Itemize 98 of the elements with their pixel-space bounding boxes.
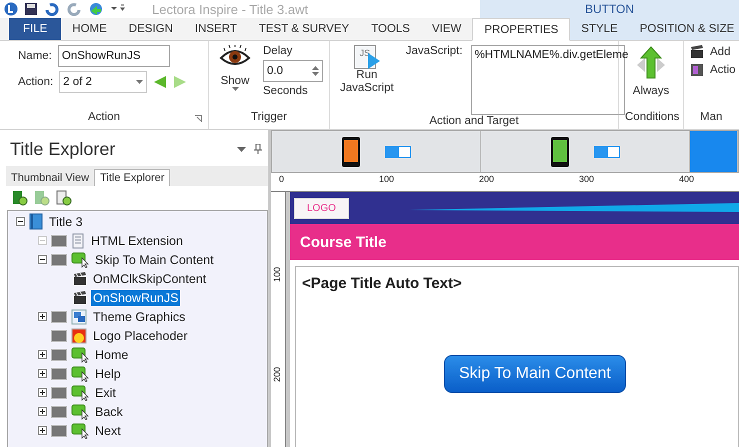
expand-icon[interactable] [38, 369, 47, 378]
save-icon[interactable] [24, 2, 38, 16]
ribbon-tab[interactable]: VIEW [420, 18, 472, 40]
logo-placeholder[interactable]: LOGO [294, 198, 349, 218]
up-arrow-icon [635, 45, 667, 81]
collapse-icon[interactable] [38, 255, 47, 264]
expand-icon[interactable] [38, 312, 47, 321]
panel-title: Title Explorer [10, 138, 116, 160]
tree-item[interactable]: Back [93, 404, 125, 420]
add-chapter-icon[interactable] [12, 190, 28, 206]
ribbon-tab[interactable]: HOME [61, 18, 118, 40]
button-cursor-icon [71, 346, 89, 362]
ribbon-tab[interactable]: STYLE [570, 18, 629, 40]
app-logo-icon[interactable] [4, 2, 18, 16]
course-title: Course Title [290, 224, 739, 260]
group-label: Trigger [251, 111, 287, 123]
tree-item[interactable]: Skip To Main Content [93, 252, 216, 268]
add-page-icon[interactable] [56, 190, 72, 206]
context-tab-group: BUTTON [480, 0, 739, 18]
ribbon-tab[interactable]: POSITION & SIZE [628, 18, 739, 40]
show-button[interactable]: Show [215, 45, 255, 111]
tree-item[interactable]: Next [93, 422, 123, 438]
toggle-switch[interactable] [594, 146, 620, 158]
horizontal-ruler: 0 100 200 300 400 [271, 173, 739, 192]
clapperboard-icon [73, 272, 87, 286]
caret-icon[interactable] [136, 80, 144, 84]
vertical-ruler: 100 200 [271, 192, 286, 447]
thumbnail-icon [51, 424, 67, 436]
document-icon [71, 232, 85, 248]
thumbnail-icon [51, 234, 67, 246]
group-label: Action and Target [429, 115, 519, 127]
book-icon [29, 213, 43, 230]
pin-icon[interactable] [254, 144, 262, 154]
delay-label: Delay [263, 45, 294, 57]
group-icon [71, 308, 87, 324]
ribbon-tab[interactable]: INSERT [184, 18, 248, 40]
tree-item[interactable]: Help [93, 366, 123, 382]
collapse-icon[interactable] [16, 217, 25, 226]
expand-icon[interactable] [38, 350, 47, 359]
actions-button[interactable]: Actio [710, 64, 736, 76]
button-cursor-icon [71, 404, 89, 420]
expand-icon[interactable] [38, 388, 47, 397]
button-cursor-icon [71, 384, 89, 400]
tree-item[interactable]: HTML Extension [89, 232, 185, 248]
thumbnail-icon [51, 310, 67, 322]
tree-item[interactable]: Title 3 [47, 214, 85, 230]
thumbnail-icon [51, 348, 67, 360]
expand-icon[interactable] [38, 426, 47, 435]
add-section-icon[interactable] [34, 190, 50, 206]
phone-icon[interactable] [550, 136, 570, 168]
button-cursor-icon [71, 252, 89, 268]
clapperboard-icon [690, 45, 704, 59]
tree-item[interactable]: OnMClkSkipContent [91, 270, 208, 286]
thumbnail-icon [51, 406, 67, 418]
caret-icon[interactable] [232, 87, 238, 91]
ribbon-tab[interactable]: FILE [9, 18, 62, 40]
action-dropdown[interactable]: 2 of 2 [59, 71, 148, 93]
window-title: Lectora Inspire - Title 3.awt [152, 2, 308, 16]
tree-item[interactable]: Theme Graphics [91, 308, 188, 324]
group-label: Action [88, 111, 120, 123]
seconds-label: Seconds [263, 85, 309, 97]
button-cursor-icon [71, 366, 89, 382]
panel-tab[interactable]: Thumbnail View [6, 170, 94, 186]
thumbnail-icon [51, 254, 67, 266]
tree-item[interactable]: OnShowRunJS [91, 290, 180, 306]
skip-to-main-content-button[interactable]: Skip To Main Content [444, 355, 626, 393]
thumbnail-icon [51, 386, 67, 398]
panel-tab[interactable]: Title Explorer [94, 169, 170, 186]
phone-icon[interactable] [341, 136, 361, 168]
always-button[interactable]: Always [628, 45, 674, 111]
add-button[interactable]: Add [710, 46, 730, 58]
name-field[interactable]: OnShowRunJS [58, 45, 170, 67]
group-label: Conditions [625, 111, 680, 123]
tree-item[interactable]: Home [93, 346, 130, 362]
ribbon-tab[interactable]: PROPERTIES [472, 18, 570, 41]
thumbnail-icon [51, 368, 67, 380]
clapperboard-icon [73, 290, 87, 304]
action-label: Action: [18, 76, 54, 88]
delay-spinner[interactable]: 0.0 [263, 60, 323, 82]
page-title: <Page Title Auto Text> [302, 275, 463, 292]
undo-icon[interactable] [44, 2, 60, 16]
expand-icon[interactable] [38, 407, 47, 416]
group-label: Man [700, 111, 722, 123]
tree-item[interactable]: Exit [93, 384, 118, 400]
image-icon [71, 328, 87, 344]
dropdown-icon[interactable] [237, 146, 246, 152]
dialog-launcher-icon[interactable] [195, 115, 202, 122]
publish-icon[interactable] [88, 2, 104, 16]
ribbon-tab[interactable]: TEST & SURVEY [248, 18, 360, 40]
ribbon-tab[interactable]: DESIGN [118, 18, 184, 40]
thumbnail-icon [51, 330, 67, 342]
javascript-label: JavaScript: [406, 45, 463, 59]
tree-item[interactable]: Logo Placehoder [91, 328, 190, 344]
toggle-switch[interactable] [385, 146, 411, 158]
button-cursor-icon [71, 422, 89, 438]
name-label: Name: [18, 50, 52, 62]
actions-icon [690, 63, 704, 77]
ribbon-tab[interactable]: TOOLS [360, 18, 421, 40]
